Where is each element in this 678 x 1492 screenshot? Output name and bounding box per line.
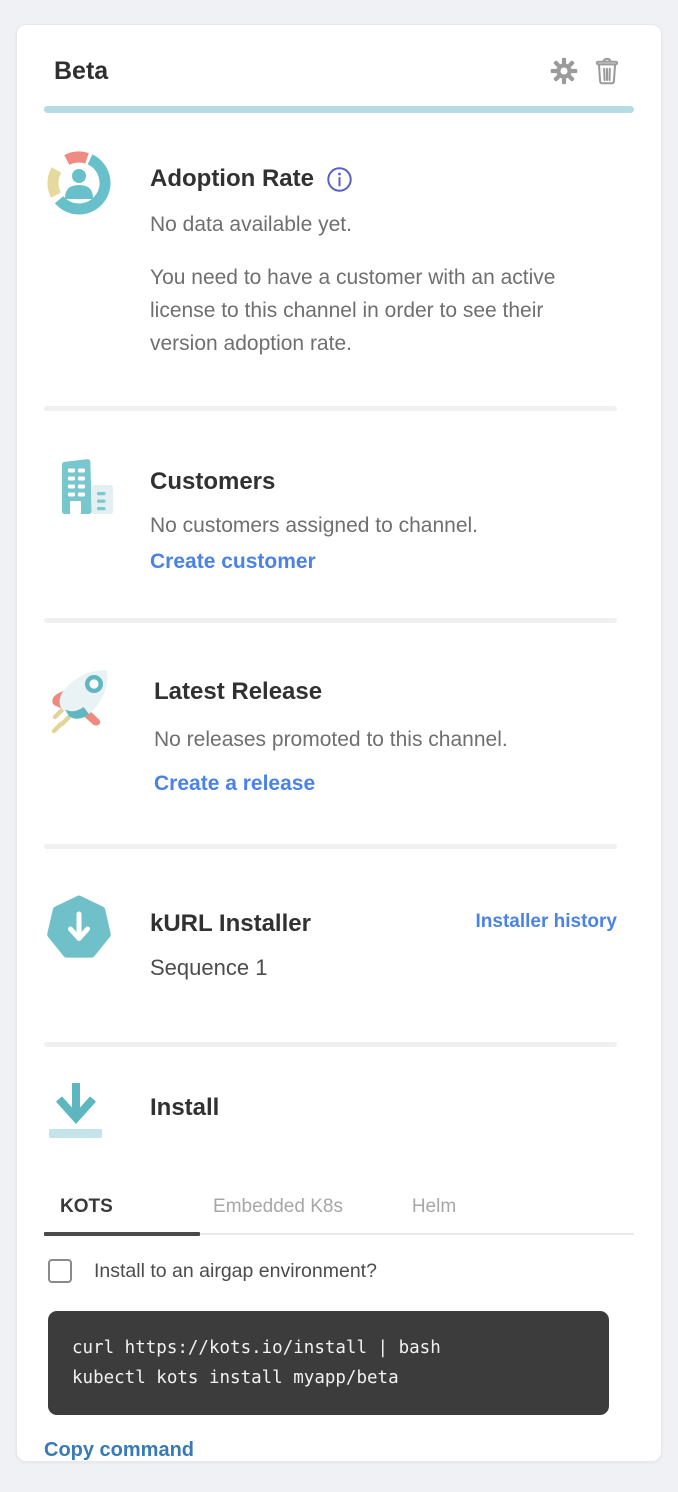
adoption-rate-title: Adoption Rate xyxy=(150,162,314,196)
tab-embedded-k8s[interactable]: Embedded K8s xyxy=(200,1196,356,1235)
customers-title: Customers xyxy=(150,465,617,499)
airgap-checkbox[interactable] xyxy=(48,1259,72,1283)
download-arrow-icon xyxy=(44,1077,114,1156)
release-empty-text: No releases promoted to this channel. xyxy=(154,723,617,756)
header-actions xyxy=(550,57,620,85)
adoption-rate-content: Adoption Rate No data available yet. You… xyxy=(150,148,617,360)
install-command-block: curl https://kots.io/install | bash kube… xyxy=(48,1311,609,1415)
kurl-installer-section: kURL Installer Installer history Sequenc… xyxy=(44,849,634,1042)
install-title: Install xyxy=(150,1091,617,1125)
airgap-option-row: Install to an airgap environment? xyxy=(44,1259,634,1283)
latest-release-content: Latest Release No releases promoted to t… xyxy=(154,661,617,796)
customers-content: Customers No customers assigned to chann… xyxy=(150,451,617,574)
rocket-icon xyxy=(44,661,118,796)
channel-title: Beta xyxy=(54,55,108,87)
installer-sequence: Sequence 1 xyxy=(150,952,617,984)
buildings-icon xyxy=(44,451,114,574)
install-content: Install xyxy=(150,1077,617,1156)
card-header: Beta xyxy=(44,25,634,87)
latest-release-section: Latest Release No releases promoted to t… xyxy=(44,623,634,844)
airgap-label: Install to an airgap environment? xyxy=(94,1260,377,1283)
adoption-empty-desc: You need to have a customer with an acti… xyxy=(150,261,600,360)
installer-history-link[interactable]: Installer history xyxy=(476,911,618,933)
kurl-heptagon-download-icon xyxy=(44,893,114,984)
customers-section: Customers No customers assigned to chann… xyxy=(44,411,634,618)
channel-card: Beta xyxy=(16,24,662,1462)
install-command-line: kubectl kots install myapp/beta xyxy=(72,1363,585,1393)
install-tabs: KOTS Embedded K8s Helm xyxy=(44,1196,634,1235)
kurl-installer-content: kURL Installer Installer history Sequenc… xyxy=(150,893,617,984)
copy-command-link[interactable]: Copy command xyxy=(44,1439,194,1462)
tab-helm[interactable]: Helm xyxy=(356,1196,512,1235)
customers-empty-text: No customers assigned to channel. xyxy=(150,509,617,542)
adoption-empty-title: No data available yet. xyxy=(150,208,617,241)
adoption-rate-icon xyxy=(44,148,114,360)
install-section: Install xyxy=(44,1047,634,1164)
create-customer-link[interactable]: Create customer xyxy=(150,550,316,574)
tab-kots[interactable]: KOTS xyxy=(44,1196,200,1235)
gear-icon[interactable] xyxy=(550,57,578,85)
latest-release-title: Latest Release xyxy=(154,675,617,709)
channel-accent-bar xyxy=(44,106,634,113)
adoption-rate-section: Adoption Rate No data available yet. You… xyxy=(44,113,634,406)
create-release-link[interactable]: Create a release xyxy=(154,772,315,796)
install-command-line: curl https://kots.io/install | bash xyxy=(72,1333,585,1363)
trash-icon[interactable] xyxy=(594,57,620,85)
info-circle-icon[interactable] xyxy=(326,166,353,193)
kurl-installer-title: kURL Installer xyxy=(150,907,311,941)
